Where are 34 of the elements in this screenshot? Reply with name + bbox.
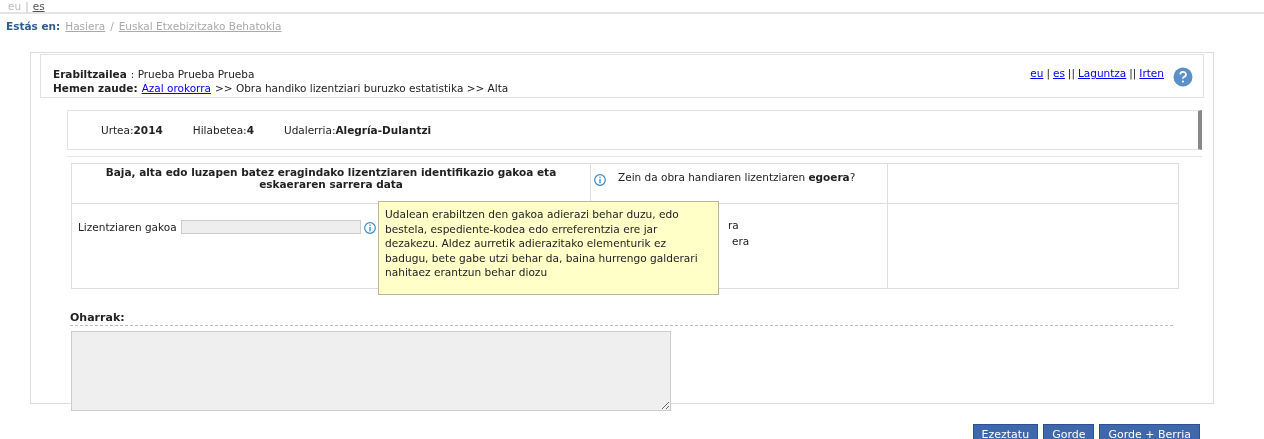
separator: | [25, 0, 29, 12]
user-name: : Prueba Prueba Prueba [130, 67, 255, 81]
tooltip: Udalean erabiltzen den gakoa adierazi behar duzu, edo bestela, espediente-kodea edo erreferentzia ere jar dezakezu. Aldez aurretik adierazitako elementurik ez badugu, bete gabe utzi behar da, baina hurrengo galderari nahitaez erantzun behar diozu [378, 201, 719, 295]
header-link[interactable]: Laguntza [1077, 67, 1127, 79]
separator: || [1129, 67, 1137, 79]
action-button[interactable]: Gorde [1043, 424, 1095, 439]
info-icon[interactable] [594, 174, 606, 186]
option-label: ra [728, 219, 739, 231]
notes-field[interactable] [71, 331, 671, 411]
option-label: era [732, 235, 750, 247]
location-link[interactable]: Azal orokorra [141, 81, 211, 95]
location-path: >> Obra handiko lizentziari buruzko estatistika >> Alta [214, 81, 509, 95]
info-field: Udalerria:Alegría-Dulantzi [283, 124, 432, 136]
location-label: Hemen zaude: [53, 81, 138, 95]
info-field: Hilabetea:4 [192, 124, 254, 136]
separator: | [1046, 67, 1050, 79]
breadcrumb-label: Estás en: [6, 20, 61, 34]
language-link[interactable]: es [32, 0, 45, 12]
header-link[interactable]: eu [1030, 67, 1044, 79]
help-icon[interactable] [1173, 67, 1193, 87]
action-button[interactable]: Ezeztatu [972, 424, 1039, 439]
column-heading: Baja, alta edo luzapen batez eragindako lizentziaren identifikazio gakoa eta eskaeraren sarrera data [105, 166, 557, 190]
input-field[interactable] [180, 219, 361, 234]
breadcrumb-separator: / [110, 20, 114, 34]
action-button[interactable]: Gorde + Berria [1099, 424, 1200, 439]
field-label: Lizentziaren gakoa [78, 220, 177, 233]
user-label: Erabiltzailea [53, 67, 127, 81]
notes-label: Oharrak: [70, 311, 125, 324]
info-icon[interactable] [363, 222, 376, 234]
header-link[interactable]: es [1052, 67, 1065, 79]
separator: || [1067, 67, 1075, 79]
question-text: Zein da obra handiaren lizentziaren egoera? [618, 171, 856, 183]
header-link[interactable]: Irten [1139, 67, 1164, 79]
info-field: Urtea:2014 [101, 124, 163, 136]
